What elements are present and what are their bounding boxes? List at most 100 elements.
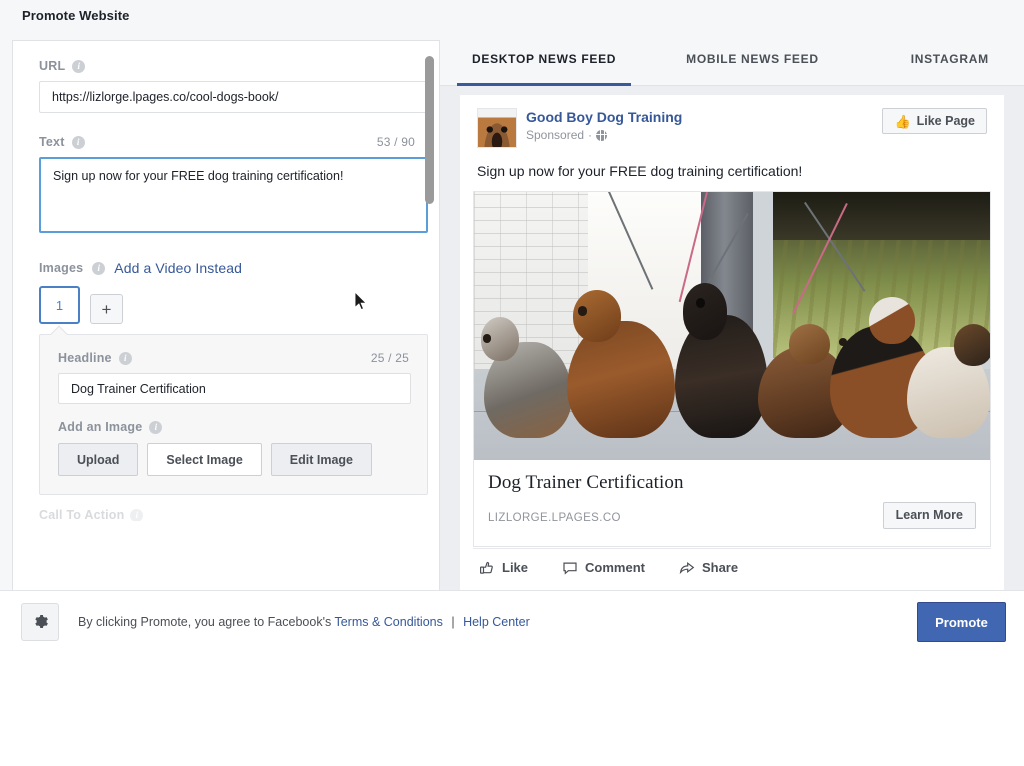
photo-dog	[567, 321, 675, 439]
headline-character-counter: 25 / 25	[371, 351, 409, 365]
like-page-button[interactable]: 👍 Like Page	[882, 108, 987, 134]
page-name[interactable]: Good Boy Dog Training	[526, 109, 682, 125]
add-an-image-label: Add an Image	[58, 420, 142, 434]
text-label: Text	[39, 135, 65, 149]
info-icon[interactable]	[92, 262, 105, 275]
globe-icon	[596, 130, 607, 141]
settings-gear-button[interactable]	[21, 603, 59, 641]
gear-icon	[32, 613, 49, 630]
tab-instagram-label: INSTAGRAM	[911, 52, 989, 66]
text-character-counter: 53 / 90	[377, 135, 415, 149]
photo-dog-nose	[696, 298, 705, 308]
image-tab-1-label: 1	[56, 298, 63, 313]
learn-more-button[interactable]: Learn More	[883, 502, 976, 529]
preview-tabs: DESKTOP NEWS FEED MOBILE NEWS FEED INSTA…	[440, 31, 1024, 86]
dialog-titlebar: Promote Website	[0, 0, 1024, 31]
promote-button[interactable]: Promote	[917, 602, 1006, 642]
call-to-action-label-row: Call To Action	[39, 509, 415, 521]
like-page-button-label: Like Page	[917, 114, 975, 128]
photo-dog-head	[954, 324, 990, 366]
help-center-link[interactable]: Help Center	[463, 615, 530, 629]
sponsored-label: Sponsored	[526, 128, 584, 142]
like-action-label: Like	[502, 560, 528, 575]
legal-agreement-text: By clicking Promote, you agree to Facebo…	[78, 615, 530, 629]
info-icon[interactable]	[130, 509, 143, 521]
photo-dog-head	[869, 297, 914, 344]
headline-label-row: Headline 25 / 25	[58, 351, 409, 365]
dialog-body: URL Text 53 / 90 Sign up now for your FR…	[0, 31, 1024, 590]
like-action[interactable]: Like	[479, 560, 528, 576]
ad-editor-pane: URL Text 53 / 90 Sign up now for your FR…	[12, 40, 440, 590]
sponsored-row: Sponsored ·	[526, 128, 682, 142]
tab-mobile-news-feed-label: MOBILE NEWS FEED	[686, 52, 819, 66]
comment-action-label: Comment	[585, 560, 645, 575]
info-icon[interactable]	[119, 352, 132, 365]
tab-desktop-news-feed[interactable]: DESKTOP NEWS FEED	[452, 31, 636, 86]
add-video-instead-link[interactable]: Add a Video Instead	[114, 260, 242, 276]
post-header: Good Boy Dog Training Sponsored · 👍 Like…	[473, 108, 991, 148]
info-icon[interactable]	[72, 60, 85, 73]
photo-dog-head	[789, 324, 830, 364]
photo-scaffold-shadow	[773, 192, 990, 240]
photo-dog	[675, 315, 768, 438]
link-preview-card[interactable]: Dog Trainer Certification LIZLORGE.LPAGE…	[473, 191, 991, 547]
thumbs-up-outline-icon	[479, 560, 495, 576]
photo-dog-nose	[483, 334, 492, 343]
info-icon[interactable]	[72, 136, 85, 149]
image-actions-row: Upload Select Image Edit Image	[58, 443, 409, 476]
photo-dog-head	[573, 290, 621, 342]
select-image-button[interactable]: Select Image	[147, 443, 261, 476]
text-label-row: Text 53 / 90	[39, 135, 415, 149]
editor-scrollbar-track[interactable]	[425, 45, 434, 587]
plus-icon: +	[102, 301, 112, 318]
preview-canvas: Good Boy Dog Training Sponsored · 👍 Like…	[460, 95, 1004, 620]
page-avatar	[477, 108, 517, 148]
link-separator: |	[451, 615, 454, 629]
tab-instagram[interactable]: INSTAGRAM	[891, 31, 1009, 86]
promote-button-label: Promote	[935, 615, 988, 630]
post-actions: Like Comment	[473, 548, 991, 582]
link-card-text: Dog Trainer Certification LIZLORGE.LPAGE…	[474, 460, 990, 546]
edit-image-button[interactable]: Edit Image	[271, 443, 372, 476]
terms-and-conditions-link[interactable]: Terms & Conditions	[334, 615, 442, 629]
photo-dog-legs	[498, 435, 558, 460]
add-an-image-label-row: Add an Image	[58, 420, 409, 434]
upload-button[interactable]: Upload	[58, 443, 138, 476]
creative-subpanel: Headline 25 / 25 Add an Image	[39, 334, 428, 495]
image-tab-1[interactable]: 1	[39, 286, 80, 324]
headline-label: Headline	[58, 351, 112, 365]
share-arrow-icon	[679, 560, 695, 576]
add-image-tab-button[interactable]: +	[90, 294, 123, 324]
photo-dog	[907, 347, 990, 438]
dialog-footer: By clicking Promote, you agree to Facebo…	[0, 590, 1024, 652]
dot-separator: ·	[588, 128, 592, 142]
page-title: Promote Website	[22, 8, 129, 23]
editor-scrollbar-thumb[interactable]	[425, 56, 434, 204]
ad-editor-form: URL Text 53 / 90 Sign up now for your FR…	[13, 41, 439, 521]
tab-desktop-news-feed-label: DESKTOP NEWS FEED	[472, 52, 616, 66]
photo-dog-head	[683, 283, 728, 340]
comment-action[interactable]: Comment	[562, 560, 645, 576]
page-identity: Good Boy Dog Training Sponsored ·	[526, 108, 682, 142]
tab-mobile-news-feed[interactable]: MOBILE NEWS FEED	[666, 31, 839, 86]
info-icon[interactable]	[149, 421, 162, 434]
images-label-row: Images Add a Video Instead	[39, 260, 415, 276]
facebook-post-preview: Good Boy Dog Training Sponsored · 👍 Like…	[473, 108, 991, 582]
photo-dog	[484, 342, 572, 438]
share-action[interactable]: Share	[679, 560, 738, 576]
headline-input[interactable]	[58, 373, 411, 404]
url-label: URL	[39, 59, 65, 73]
images-label: Images	[39, 261, 83, 275]
comment-bubble-icon	[562, 560, 578, 576]
url-input[interactable]	[39, 81, 428, 113]
ad-preview-pane: DESKTOP NEWS FEED MOBILE NEWS FEED INSTA…	[440, 31, 1024, 590]
subpanel-caret	[51, 326, 68, 343]
ad-text-textarea[interactable]: Sign up now for your FREE dog training c…	[39, 157, 428, 233]
ad-photo	[474, 192, 990, 460]
post-message: Sign up now for your FREE dog training c…	[477, 162, 987, 181]
learn-more-button-label: Learn More	[896, 508, 963, 522]
call-to-action-label: Call To Action	[39, 509, 124, 521]
share-action-label: Share	[702, 560, 738, 575]
image-tabs-row: 1 +	[39, 286, 415, 324]
link-card-title: Dog Trainer Certification	[488, 472, 976, 495]
